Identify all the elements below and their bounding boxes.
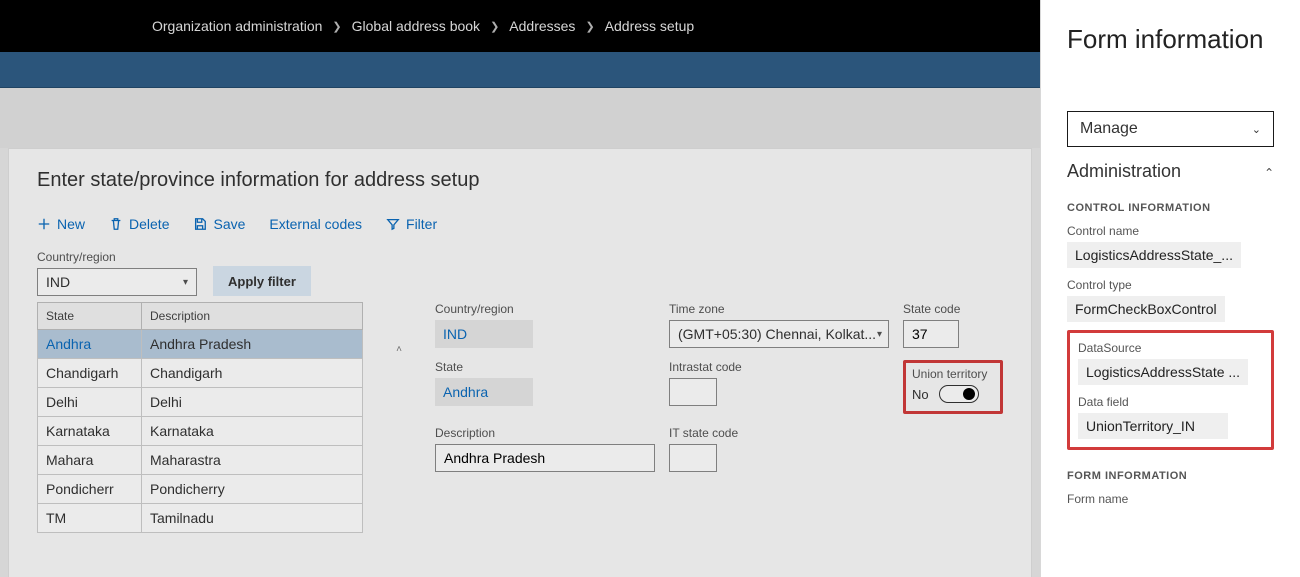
table-row[interactable]: AndhraAndhra Pradesh — [37, 330, 363, 359]
country-region-label: Country/region — [37, 250, 197, 264]
trash-icon — [109, 217, 123, 231]
breadcrumb-item[interactable]: Organization administration — [152, 18, 322, 34]
datafield-value: UnionTerritory_IN — [1078, 413, 1228, 439]
control-type-label: Control type — [1067, 278, 1274, 292]
datasource-label: DataSource — [1078, 341, 1263, 355]
page-card: Enter state/province information for add… — [8, 148, 1032, 577]
new-button[interactable]: New — [37, 216, 85, 232]
detail-itstate-label: IT state code — [669, 426, 889, 440]
detail-description-label: Description — [435, 426, 655, 440]
state-cell: Delhi — [38, 388, 142, 416]
detail-description-input[interactable] — [435, 444, 655, 472]
page-title: Enter state/province information for add… — [37, 169, 1003, 192]
detail-intrastat-input[interactable] — [669, 378, 717, 406]
save-button-label: Save — [213, 216, 245, 232]
state-cell: Pondicherr — [38, 475, 142, 503]
table-row[interactable]: DelhiDelhi — [37, 388, 363, 417]
col-header-description[interactable]: Description — [142, 303, 362, 329]
state-cell: Chandigarh — [38, 359, 142, 387]
chevron-down-icon: ▾ — [183, 277, 188, 288]
chevron-right-icon: ❯ — [490, 20, 499, 33]
description-cell: Pondicherry — [142, 475, 362, 503]
union-territory-highlight: Union territory No — [903, 360, 1003, 414]
breadcrumb-item[interactable]: Address setup — [605, 18, 695, 34]
save-button[interactable]: Save — [193, 216, 245, 232]
detail-union-label: Union territory — [912, 367, 994, 381]
filter-button-label: Filter — [406, 216, 437, 232]
description-cell: Andhra Pradesh — [142, 330, 362, 358]
funnel-icon — [386, 217, 400, 231]
table-row[interactable]: KarnatakaKarnataka — [37, 417, 363, 446]
control-information-heading: CONTROL INFORMATION — [1067, 202, 1274, 214]
plus-icon — [37, 217, 51, 231]
detail-timezone-label: Time zone — [669, 302, 889, 316]
chevron-right-icon: ❯ — [332, 20, 341, 33]
state-cell: Andhra — [38, 330, 142, 358]
detail-statecode-input[interactable] — [903, 320, 959, 348]
states-grid: State Description AndhraAndhra PradeshCh… — [37, 302, 363, 533]
external-codes-button[interactable]: External codes — [269, 216, 362, 232]
manage-label: Manage — [1080, 120, 1138, 138]
breadcrumb: Organization administration ❯ Global add… — [0, 0, 1040, 52]
chevron-down-icon: ⌄ — [1252, 123, 1261, 136]
detail-timezone-dropdown[interactable]: (GMT+05:30) Chennai, Kolkat... ▾ — [669, 320, 889, 348]
detail-intrastat-label: Intrastat code — [669, 360, 889, 374]
description-cell: Chandigarh — [142, 359, 362, 387]
union-territory-toggle[interactable]: No — [912, 385, 994, 403]
table-row[interactable]: ChandigarhChandigarh — [37, 359, 363, 388]
new-button-label: New — [57, 216, 85, 232]
union-territory-value: No — [912, 387, 929, 402]
form-information-heading: FORM INFORMATION — [1067, 470, 1274, 482]
control-name-value: LogisticsAddressState_... — [1067, 242, 1241, 268]
detail-country-value[interactable]: IND — [435, 320, 533, 348]
form-name-label: Form name — [1067, 492, 1274, 506]
manage-dropdown[interactable]: Manage ⌄ — [1067, 111, 1274, 147]
delete-button[interactable]: Delete — [109, 216, 169, 232]
chevron-right-icon: ❯ — [585, 20, 594, 33]
col-header-state[interactable]: State — [38, 303, 142, 329]
control-name-label: Control name — [1067, 224, 1274, 238]
description-cell: Maharastra — [142, 446, 362, 474]
datasource-highlight: DataSource LogisticsAddressState ... Dat… — [1067, 330, 1274, 450]
apply-filter-button[interactable]: Apply filter — [213, 266, 311, 296]
datafield-label: Data field — [1078, 395, 1263, 409]
filter-button[interactable]: Filter — [386, 216, 437, 232]
toggle-track — [939, 385, 979, 403]
administration-label: Administration — [1067, 161, 1181, 182]
chevron-up-icon: ⌄ — [1264, 165, 1274, 179]
grid-scroll-gutter[interactable]: ˄ — [393, 302, 405, 533]
datasource-value: LogisticsAddressState ... — [1078, 359, 1248, 385]
country-region-dropdown[interactable]: IND ▾ — [37, 268, 197, 296]
control-type-value: FormCheckBoxControl — [1067, 296, 1225, 322]
table-row[interactable]: TMTamilnadu — [37, 504, 363, 533]
country-region-value: IND — [46, 274, 70, 290]
ribbon-bar — [0, 52, 1040, 88]
description-cell: Tamilnadu — [142, 504, 362, 532]
chevron-down-icon: ▾ — [877, 329, 882, 340]
form-information-pane: Form information Manage ⌄ Administration… — [1040, 0, 1300, 577]
detail-statecode-label: State code — [903, 302, 1003, 316]
detail-country-label: Country/region — [435, 302, 655, 316]
detail-itstate-input[interactable] — [669, 444, 717, 472]
save-icon — [193, 217, 207, 231]
detail-state-value[interactable]: Andhra — [435, 378, 533, 406]
description-cell: Karnataka — [142, 417, 362, 445]
detail-state-label: State — [435, 360, 655, 374]
state-cell: Karnataka — [38, 417, 142, 445]
caret-up-icon[interactable]: ˄ — [396, 344, 402, 355]
state-cell: TM — [38, 504, 142, 532]
external-codes-label: External codes — [269, 216, 362, 232]
detail-timezone-value: (GMT+05:30) Chennai, Kolkat... — [678, 326, 876, 342]
toolbar: New Delete Save External codes Filter — [37, 216, 1003, 232]
state-cell: Mahara — [38, 446, 142, 474]
side-title: Form information — [1067, 24, 1274, 55]
breadcrumb-item[interactable]: Global address book — [352, 18, 480, 34]
table-row[interactable]: PondicherrPondicherry — [37, 475, 363, 504]
delete-button-label: Delete — [129, 216, 169, 232]
description-cell: Delhi — [142, 388, 362, 416]
administration-section-toggle[interactable]: Administration ⌄ — [1067, 161, 1274, 182]
table-row[interactable]: MaharaMaharastra — [37, 446, 363, 475]
breadcrumb-item[interactable]: Addresses — [509, 18, 575, 34]
